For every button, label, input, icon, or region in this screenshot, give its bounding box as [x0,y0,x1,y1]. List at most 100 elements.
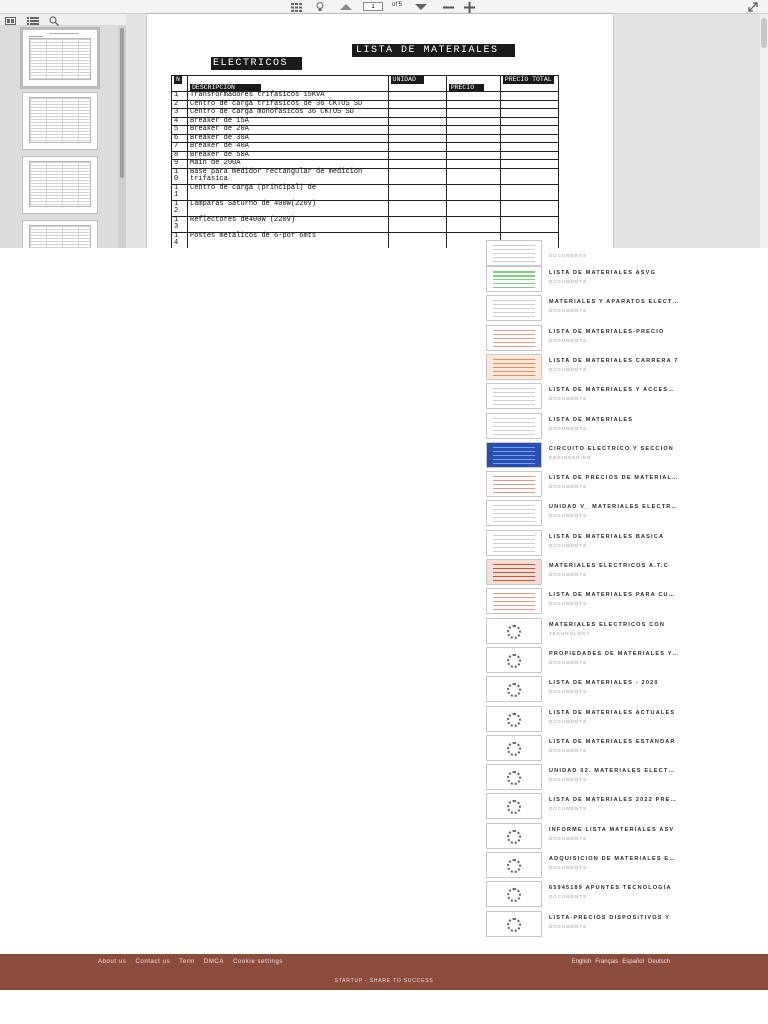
related-document-item[interactable]: LISTA DE MATERIALES PARA CUARTO DOCUMENTS [486,588,686,616]
related-document-title[interactable]: CIRCUITO ELECTRICO Y SECCION [549,446,679,452]
document-thumbnail[interactable] [486,910,542,937]
document-scrollbar[interactable] [760,14,768,248]
page-thumbnail-4[interactable] [22,220,98,248]
document-thumbnail[interactable] [486,471,542,498]
next-page-icon[interactable] [414,1,428,13]
document-thumbnail[interactable] [486,705,542,732]
footer-link-term[interactable]: Term [179,959,195,965]
document-thumbnail[interactable] [486,412,542,439]
related-document-item[interactable]: MATERIALES ELECTRICOS A.T.C DOCUMENTS [486,559,686,587]
related-document-item[interactable]: CIRCUITO ELECTRICO Y SECCION ENGINEERING [486,441,686,470]
loading-spinner-icon [507,653,521,668]
sidebar-scrollbar[interactable] [118,26,126,248]
related-document-title[interactable]: PROPIEDADES DE MATERIALES Y ELECTRICOS [549,651,679,657]
document-thumbnail[interactable] [486,822,542,849]
related-document-item[interactable]: LISTA DE MATERIALES 2022 PRECIOS DOCUMENT… [486,793,686,821]
lightbulb-icon[interactable] [314,1,326,13]
related-document-category: DOCUMENTS [549,777,587,783]
document-thumbnail[interactable] [486,588,542,615]
related-document-category: DOCUMENTS [549,894,587,900]
related-document-title[interactable]: LISTA DE MATERIALES ESTANDAR [549,739,679,745]
row-description: Breaker de 20A [187,125,389,135]
page-thumbnail-2[interactable] [22,92,98,150]
related-document-title[interactable]: LISTA DE MATERIALES PARA CUARTO [549,592,679,598]
related-document-title[interactable]: ADQUISICION DE MATERIALES ELECTRICOS [549,856,679,862]
language-french[interactable]: Français [595,959,618,965]
fullscreen-icon[interactable] [746,1,760,13]
related-document-item[interactable]: 65945189 APUNTES TECNOLOGIA DOCUMENTS [486,881,686,909]
document-thumbnail[interactable] [486,793,542,820]
footer-link-contact[interactable]: Contact us [135,959,170,965]
grid-view-icon[interactable] [290,1,304,13]
document-thumbnail[interactable] [486,617,542,644]
document-thumbnail[interactable] [486,441,542,468]
related-document-item[interactable]: LISTA DE MATERIALES CARRERA 7 DOCUMENTS [486,353,686,382]
related-document-item[interactable]: DOCUMENTS [486,240,686,268]
related-document-title[interactable]: MATERIALES ELECTRICOS A.T.C [549,563,679,569]
related-document-item[interactable]: PROPIEDADES DE MATERIALES Y ELECTRICOS DO… [486,646,686,675]
related-document-item[interactable]: ADQUISICION DE MATERIALES ELECTRICOS DOCU… [486,852,686,880]
related-document-item[interactable]: UNIDAD V_ MATERIALES ELECTRICOS DOCUMENTS [486,500,686,528]
document-thumbnail[interactable] [486,324,542,351]
related-document-title[interactable]: UNIDAD V_ MATERIALES ELECTRICOS [549,504,679,510]
document-thumbnail[interactable] [486,764,542,791]
document-thumbnail[interactable] [486,646,542,673]
related-document-title[interactable]: 65945189 APUNTES TECNOLOGIA [549,885,679,891]
related-document-item[interactable]: LISTA-PRECIOS DISPOSITIVOS Y DOCUMENTS [486,910,686,939]
related-document-item[interactable]: LISTA DE MATERIALES-PRECIO DOCUMENTS [486,324,686,353]
previous-page-icon[interactable] [339,1,353,13]
document-thumbnail[interactable] [486,383,542,410]
related-document-item[interactable]: LISTA DE MATERIALES - 2020 DOCUMENTS [486,676,686,704]
related-document-item[interactable]: LISTA DE MATERIALES ASVG DOCUMENTS [486,266,686,294]
language-english[interactable]: English [572,959,592,965]
language-spanish[interactable]: Español [622,959,644,965]
related-document-title[interactable]: LISTA DE MATERIALES ASVG [549,270,679,276]
related-document-title[interactable]: LISTA DE MATERIALES - 2020 [549,680,679,686]
related-document-title[interactable]: UNIDAD 02. MATERIALES ELECTRICOS [549,768,679,774]
related-document-title[interactable]: LISTA DE MATERIALES ACTUALES [549,710,679,716]
zoom-out-icon[interactable] [441,1,455,13]
document-thumbnail[interactable] [486,529,542,556]
document-thumbnail[interactable] [486,295,542,322]
related-document-item[interactable]: LISTA DE MATERIALES Y ACCESORIOS DOCUMENT… [486,383,686,411]
related-document-item[interactable]: MATERIALES ELECTRICOS CON TECHNOLOGY [486,617,686,646]
footer-link-cookie-settings[interactable]: Cookie settings [233,959,283,965]
footer-link-about[interactable]: About us [98,959,126,965]
related-document-item[interactable]: INFORME LISTA MATERIALES ASV DOCUMENTS [486,822,686,851]
related-document-title[interactable]: LISTA DE MATERIALES CARRERA 7 [549,358,679,364]
related-document-item[interactable]: LISTA DE PRECIOS DE MATERIALES DOCUMENTS [486,471,686,499]
document-thumbnail[interactable] [486,734,542,761]
related-document-title[interactable]: INFORME LISTA MATERIALES ASV [549,827,679,833]
related-document-item[interactable]: LISTA DE MATERIALES ACTUALES DOCUMENTS [486,705,686,734]
related-document-title[interactable]: MATERIALES Y APARATOS ELECTRICOS [549,299,679,305]
related-document-item[interactable]: LISTA DE MATERIALES ESTANDAR DOCUMENTS [486,734,686,763]
related-document-title[interactable]: MATERIALES ELECTRICOS CON [549,622,679,628]
related-document-item[interactable]: MATERIALES Y APARATOS ELECTRICOS DOCUMENT… [486,295,686,323]
row-unidad [387,150,447,160]
related-document-title[interactable]: LISTA DE MATERIALES BASICA [549,534,679,540]
page-number-input[interactable] [363,2,383,11]
document-thumbnail[interactable] [486,353,542,380]
related-document-title[interactable]: LISTA DE PRECIOS DE MATERIALES [549,475,679,481]
related-document-title[interactable]: LISTA-PRECIOS DISPOSITIVOS Y [549,915,679,921]
related-document-item[interactable]: UNIDAD 02. MATERIALES ELECTRICOS DOCUMENT… [486,764,686,792]
related-document-title[interactable]: LISTA DE MATERIALES 2022 PRECIOS [549,797,679,803]
related-document-title[interactable]: LISTA DE MATERIALES Y ACCESORIOS [549,387,679,393]
document-thumbnail[interactable] [486,881,542,908]
footer-link-dmca[interactable]: DMCA [204,959,224,965]
document-thumbnail[interactable] [486,266,542,292]
document-thumbnail[interactable] [486,500,542,527]
document-thumbnail[interactable] [486,676,542,703]
related-document-item[interactable]: LISTA DE MATERIALES DOCUMENTS [486,412,686,441]
related-document-title[interactable]: LISTA DE MATERIALES-PRECIO [549,329,679,335]
related-document-category: DOCUMENTS [549,572,587,577]
related-document-title[interactable]: LISTA DE MATERIALES [549,417,679,423]
language-german[interactable]: Deutsch [648,959,670,965]
related-document-item[interactable]: LISTA DE MATERIALES BASICA DOCUMENTS [486,529,686,558]
document-thumbnail[interactable] [486,559,542,585]
page-thumbnail-3[interactable] [22,156,98,214]
document-thumbnail[interactable] [486,852,542,878]
zoom-in-icon[interactable] [462,1,476,13]
page-thumbnail-1[interactable] [22,29,98,87]
document-thumbnail[interactable] [486,240,542,266]
